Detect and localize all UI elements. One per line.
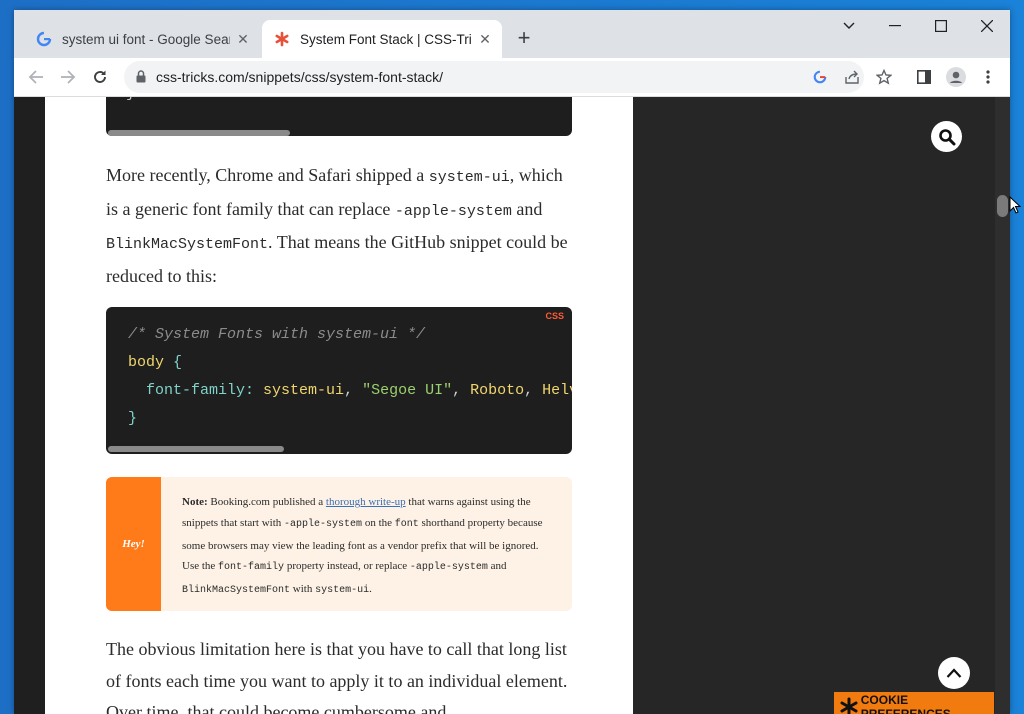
cookie-preferences-button[interactable]: COOKIE PREFERENCES <box>834 692 994 714</box>
css-tricks-star-icon <box>274 31 290 47</box>
kebab-menu-icon[interactable] <box>978 67 998 87</box>
window-close-icon[interactable] <box>964 10 1010 42</box>
scrollbar-thumb[interactable] <box>997 195 1008 217</box>
note-text: Note: Booking.com published a thorough w… <box>182 496 543 597</box>
url-text: css-tricks.com/snippets/css/system-font-… <box>156 69 444 85</box>
share-icon[interactable] <box>842 67 862 87</box>
tab-strip: system ui font - Google Search ✕ System … <box>14 10 1010 58</box>
forward-arrow-icon[interactable] <box>54 63 82 91</box>
code-horizontal-scrollbar[interactable] <box>108 446 284 452</box>
inline-code: system-ui <box>428 169 510 186</box>
browser-toolbar: css-tricks.com/snippets/css/system-font-… <box>14 58 1010 97</box>
cookie-label: COOKIE PREFERENCES <box>860 693 951 714</box>
lock-icon <box>136 70 146 88</box>
note-callout: Hey! Note: Booking.com published a thoro… <box>106 477 572 611</box>
google-icon <box>36 31 52 47</box>
inline-code: -apple-system <box>394 202 512 220</box>
reload-icon[interactable] <box>86 63 114 91</box>
browser-window: system ui font - Google Search ✕ System … <box>14 10 1010 714</box>
side-panel-icon[interactable] <box>914 67 934 87</box>
back-arrow-icon[interactable] <box>22 63 50 91</box>
google-lens-icon[interactable] <box>810 67 830 87</box>
mouse-cursor-icon <box>1009 195 1022 219</box>
code-horizontal-scrollbar[interactable] <box>108 130 290 136</box>
tab-google-search[interactable]: system ui font - Google Search ✕ <box>22 20 260 58</box>
page-sidebar <box>633 97 995 714</box>
minimize-icon[interactable] <box>872 10 918 42</box>
profile-avatar-icon[interactable] <box>946 67 966 87</box>
code-comment: /* System Fonts with system-ui */ <box>128 326 426 343</box>
tab-search-icon[interactable] <box>826 10 872 42</box>
maximize-icon[interactable] <box>918 10 964 42</box>
code-block-top: } <box>106 97 572 136</box>
code-line-declaration: font-family: system-ui, "Segoe UI", Robo… <box>146 382 572 399</box>
article-column: } More recently, Chrome and Safari shipp… <box>45 97 633 714</box>
code-close-brace: } <box>128 410 138 427</box>
search-button[interactable] <box>931 121 962 152</box>
note-tag: Hey! <box>106 477 161 611</box>
thorough-write-up-link[interactable]: thorough write-up <box>326 496 406 508</box>
inline-code: BlinkMacSystemFont <box>106 236 269 253</box>
new-tab-button[interactable]: + <box>510 24 538 52</box>
paragraph-system-ui: More recently, Chrome and Safari shipped… <box>106 165 568 286</box>
back-to-top-button[interactable] <box>938 657 970 689</box>
code-language-label: CSS <box>545 311 564 321</box>
tab-close-icon[interactable]: ✕ <box>476 30 494 48</box>
address-bar[interactable]: css-tricks.com/snippets/css/system-font-… <box>124 61 864 93</box>
paragraph-limitation: The obvious limitation here is that you … <box>106 639 568 714</box>
tab-css-tricks[interactable]: System Font Stack | CSS-Tricks ✕ <box>262 20 502 58</box>
code-brace: } <box>126 97 135 102</box>
page-viewport: } More recently, Chrome and Safari shipp… <box>14 97 1010 714</box>
bookmark-star-icon[interactable] <box>874 67 894 87</box>
tab-close-icon[interactable]: ✕ <box>234 30 252 48</box>
chevron-up-icon <box>946 668 962 678</box>
code-block: CSS /* System Fonts with system-ui */ bo… <box>106 307 572 454</box>
tab-title: System Font Stack | CSS-Tricks <box>300 31 472 47</box>
asterisk-icon <box>838 697 861 714</box>
search-icon <box>938 128 955 145</box>
tab-title: system ui font - Google Search <box>62 31 230 47</box>
page-scrollbar[interactable] <box>995 97 1010 714</box>
code-line-selector: body { <box>128 354 183 371</box>
